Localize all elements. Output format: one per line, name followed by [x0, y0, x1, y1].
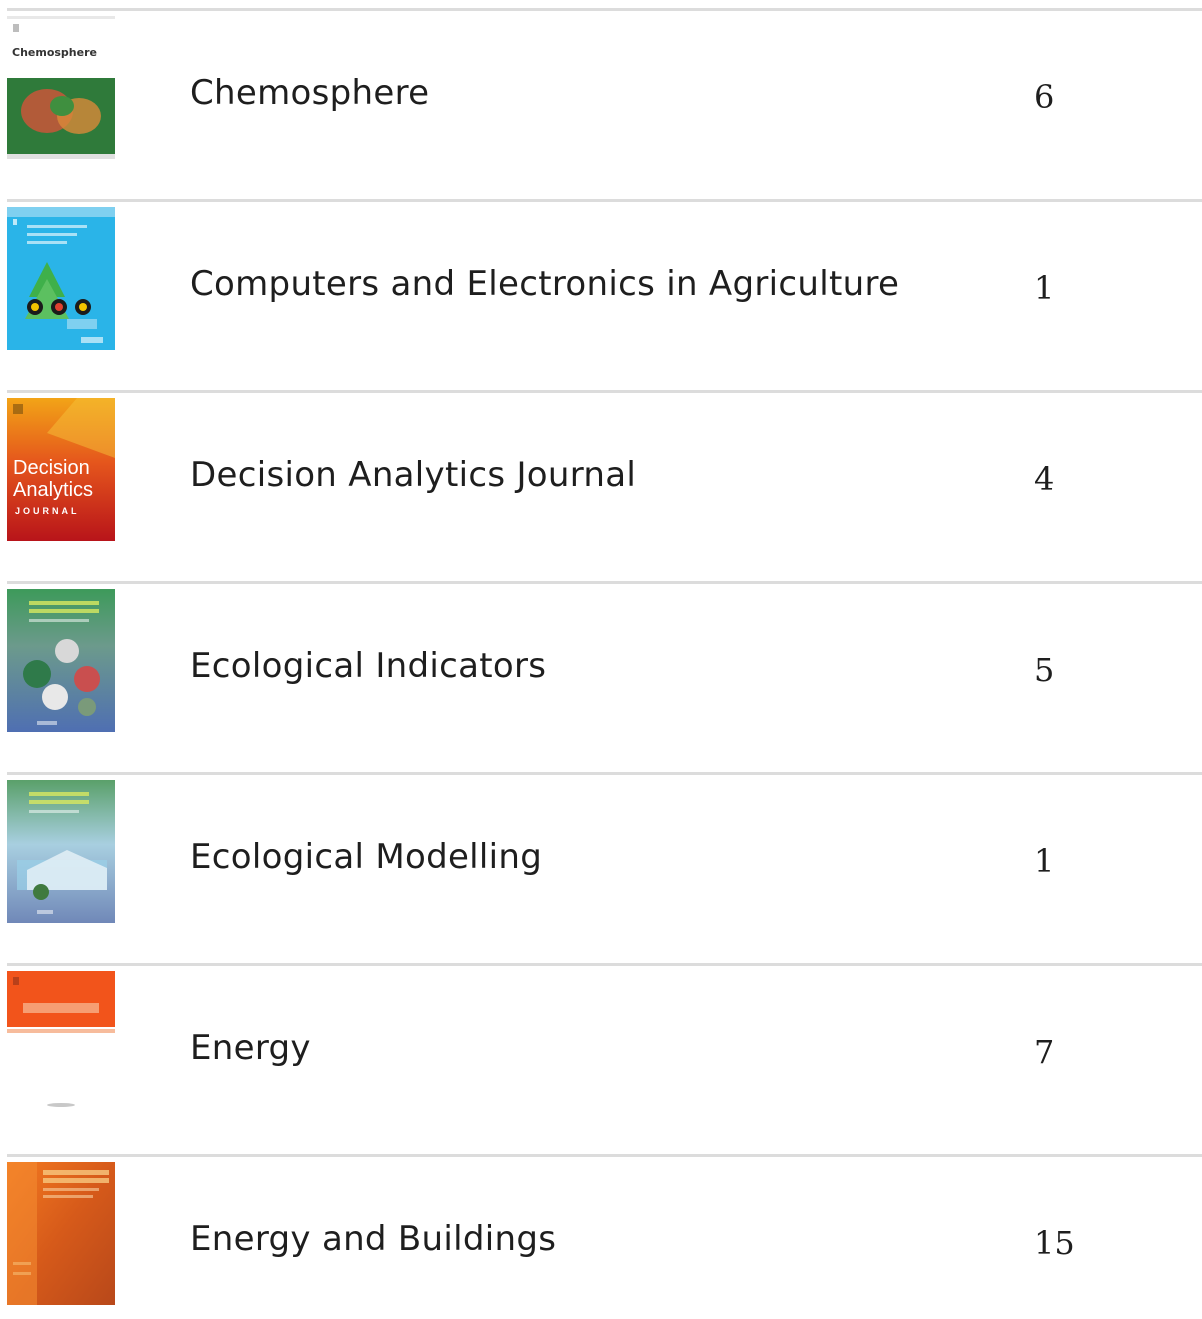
- journal-cover-decision-analytics-journal[interactable]: Decision Analytics JOURNAL: [7, 398, 115, 541]
- journal-row-chemosphere[interactable]: Chemosphere Chemosphere 6: [7, 8, 1202, 199]
- journal-name[interactable]: Ecological Modelling: [190, 837, 542, 877]
- journal-list: Chemosphere Chemosphere 6 Computers and …: [7, 8, 1202, 1314]
- journal-cover-energy-and-buildings[interactable]: [7, 1162, 115, 1305]
- journal-row-ecological-modelling[interactable]: Ecological Modelling 1: [7, 772, 1202, 963]
- cover-image-ecological-indicators: [7, 589, 115, 732]
- journal-count: 5: [1034, 651, 1055, 689]
- cover-image-ecological-modelling: [7, 780, 115, 923]
- journal-cover-ecological-modelling[interactable]: [7, 780, 115, 923]
- journal-name[interactable]: Energy: [190, 1028, 311, 1068]
- journal-name[interactable]: Energy and Buildings: [190, 1219, 556, 1259]
- journal-row-computers-electronics-agriculture[interactable]: Computers and Electronics in Agriculture…: [7, 199, 1202, 390]
- cover-image-decision-analytics-journal: Decision Analytics JOURNAL: [7, 398, 115, 541]
- journal-cover-computers-electronics-agriculture[interactable]: [7, 207, 115, 350]
- cover-title-line-2: Analytics: [13, 479, 93, 501]
- journal-count: 1: [1034, 842, 1055, 880]
- journal-row-decision-analytics-journal[interactable]: Decision Analytics JOURNAL Decision Anal…: [7, 390, 1202, 581]
- cover-title-text: Chemosphere: [12, 46, 97, 59]
- journal-count: 4: [1034, 460, 1055, 498]
- cover-image-chemosphere: Chemosphere: [7, 16, 115, 159]
- cover-image-energy-and-buildings: [7, 1162, 115, 1305]
- journal-name[interactable]: Decision Analytics Journal: [190, 455, 636, 495]
- journal-cover-ecological-indicators[interactable]: [7, 589, 115, 732]
- journal-name[interactable]: Computers and Electronics in Agriculture: [190, 264, 899, 304]
- journal-name[interactable]: Ecological Indicators: [190, 646, 546, 686]
- cover-title-line-3: JOURNAL: [15, 506, 80, 516]
- journal-row-energy-and-buildings[interactable]: Energy and Buildings 15: [7, 1154, 1202, 1314]
- cover-image-computers-electronics-agriculture: [7, 207, 115, 350]
- cover-title-line-1: Decision: [13, 457, 90, 479]
- journal-cover-chemosphere[interactable]: Chemosphere: [7, 16, 115, 159]
- journal-name[interactable]: Chemosphere: [190, 73, 429, 113]
- journal-count: 15: [1034, 1224, 1075, 1262]
- cover-image-energy: [7, 971, 115, 1114]
- journal-cover-energy[interactable]: [7, 971, 115, 1114]
- journal-row-ecological-indicators[interactable]: Ecological Indicators 5: [7, 581, 1202, 772]
- journal-count: 6: [1034, 78, 1055, 116]
- journal-row-energy[interactable]: Energy 7: [7, 963, 1202, 1154]
- journal-count: 1: [1034, 269, 1055, 307]
- journal-count: 7: [1034, 1033, 1055, 1071]
